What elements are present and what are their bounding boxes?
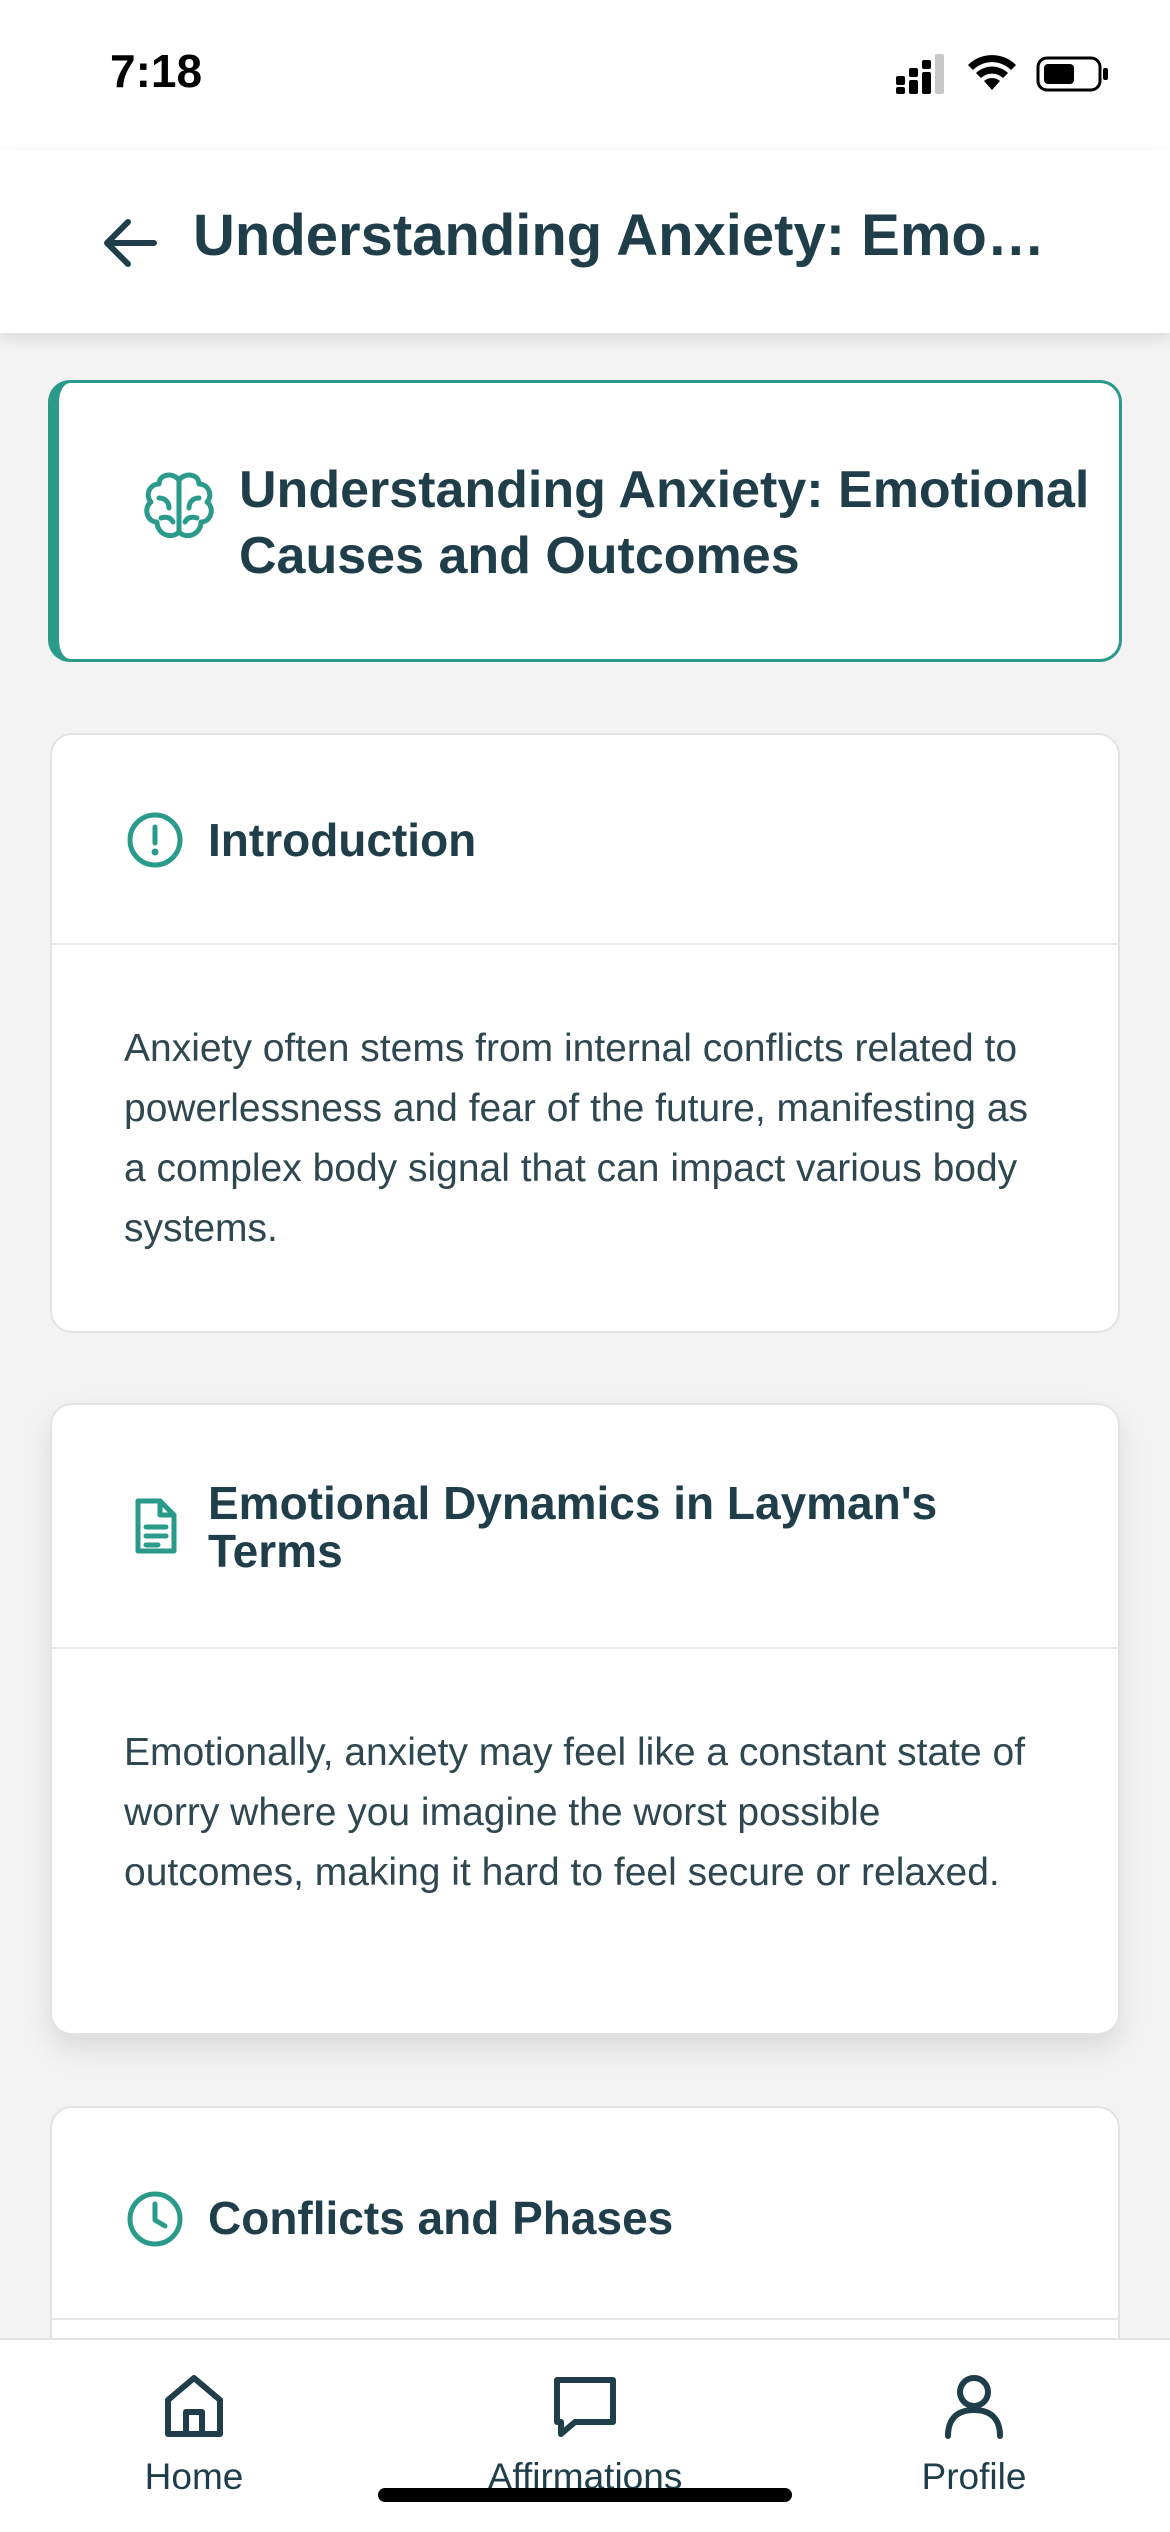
section-title: Emotional Dynamics in Layman's Terms xyxy=(208,1477,938,1577)
user-icon xyxy=(945,2375,1003,2439)
status-bar: 7:18 xyxy=(0,0,1170,150)
arrow-left-icon xyxy=(104,219,157,267)
app-header: Understanding Anxiety: Emo… xyxy=(0,150,1170,333)
status-icons xyxy=(894,52,1110,96)
section-header: Conflicts and Phases xyxy=(52,2108,1118,2320)
section-header: Emotional Dynamics in Layman's Terms xyxy=(52,1405,1118,1649)
section-title: Introduction xyxy=(208,814,477,866)
clock-icon xyxy=(127,2191,183,2247)
topic-hero-card: Understanding Anxiety: Emotional Causes … xyxy=(48,380,1122,662)
section-body: Emotionally, anxiety may feel like a con… xyxy=(124,1731,1026,1894)
bottom-navigation: Home Affirmations Profile xyxy=(0,2338,1170,2532)
status-time: 7:18 xyxy=(110,45,203,97)
topic-title: Understanding Anxiety: Emotional Causes … xyxy=(239,461,1090,585)
nav-label: Profile xyxy=(921,2456,1027,2497)
home-indicator[interactable] xyxy=(378,2488,792,2502)
brain-icon xyxy=(144,472,214,539)
battery-icon xyxy=(1036,56,1108,92)
section-header: Introduction xyxy=(52,735,1118,945)
section-card-introduction: Introduction Anxiety often stems from in… xyxy=(50,733,1120,1333)
home-icon xyxy=(165,2375,223,2437)
back-button[interactable] xyxy=(95,208,165,278)
page-title: Understanding Anxiety: Emo… xyxy=(193,203,1045,268)
document-icon xyxy=(135,1498,177,1554)
section-title: Conflicts and Phases xyxy=(208,2192,674,2244)
alert-circle-icon xyxy=(127,812,183,868)
nav-item-profile[interactable]: Profile xyxy=(844,2370,1104,2510)
nav-item-home[interactable]: Home xyxy=(64,2370,324,2510)
nav-label: Home xyxy=(144,2456,244,2497)
section-card-emotional-dynamics: Emotional Dynamics in Layman's Terms Emo… xyxy=(50,1403,1120,2035)
cellular-signal-icon xyxy=(896,54,944,94)
wifi-icon xyxy=(968,55,1016,90)
chat-bubble-icon xyxy=(554,2377,616,2437)
section-body: Anxiety often stems from internal confli… xyxy=(124,1027,1029,1250)
